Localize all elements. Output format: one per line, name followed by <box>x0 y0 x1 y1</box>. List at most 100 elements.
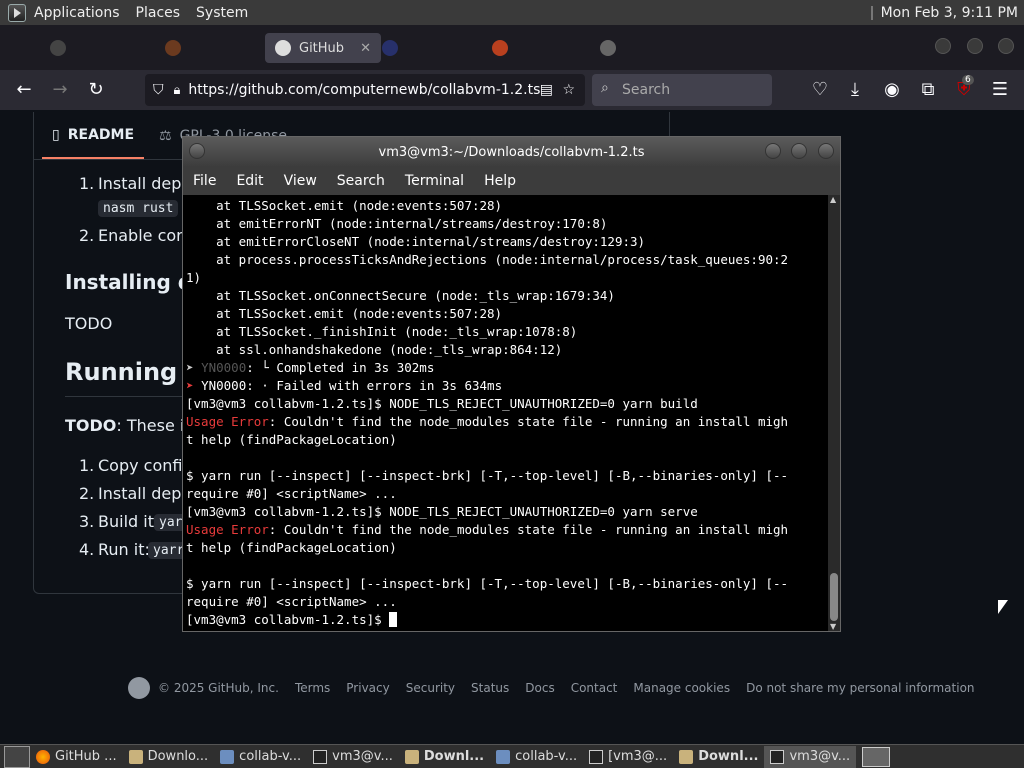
menu-file[interactable]: File <box>183 173 226 189</box>
todo-text: TODO <box>65 314 113 333</box>
extension-badge: 6 <box>962 75 974 85</box>
shield-icon[interactable]: ⛉ <box>153 82 164 98</box>
menu-help[interactable]: Help <box>474 173 526 189</box>
taskbar-item-downloads-3[interactable]: Downl... <box>673 746 764 768</box>
taskbar-label: collab-v... <box>239 749 302 764</box>
run-item: Run it: <box>98 540 150 559</box>
github-icon <box>275 40 291 56</box>
terminal-line: at emitErrorNT (node:internal/streams/de… <box>186 216 608 231</box>
footer-link-status[interactable]: Status <box>471 681 509 695</box>
terminal-title-bar[interactable]: vm3@vm3:~/Downloads/collabvm-1.2.ts <box>183 137 840 167</box>
tab-background-3[interactable] <box>382 33 398 63</box>
minimize-icon[interactable] <box>765 143 781 159</box>
url-bar[interactable]: ⛉ 🔒︎ https://github.com/computernewb/col… <box>145 74 585 106</box>
back-icon[interactable]: ← <box>14 80 34 100</box>
close-window-icon[interactable] <box>998 38 1014 54</box>
taskbar-label: [vm3@... <box>608 749 668 764</box>
footer-link-docs[interactable]: Docs <box>525 681 554 695</box>
footer-link-privacy[interactable]: Privacy <box>346 681 389 695</box>
taskbar-item-terminal[interactable]: vm3@v... <box>307 746 399 768</box>
taskbar-item-downloads[interactable]: Downlo... <box>123 746 215 768</box>
menu-terminal[interactable]: Terminal <box>395 173 474 189</box>
forward-icon[interactable]: → <box>50 80 70 100</box>
terminal-output[interactable]: at TLSSocket.emit (node:events:507:28) a… <box>183 195 828 631</box>
arrow-marker-icon: ➤ <box>186 360 202 375</box>
terminal-scrollbar[interactable]: ▲ ▼ <box>828 195 840 631</box>
footer-link-do-not-share[interactable]: Do not share my personal information <box>746 681 974 695</box>
terminal-line-failed: ➤ YN0000: · Failed with errors in 3s 634… <box>186 377 502 395</box>
heading-running: Running <box>65 358 178 386</box>
tab-background-4[interactable] <box>492 33 508 63</box>
tab-github-1[interactable] <box>50 33 66 63</box>
taskbar-item-downloads-2[interactable]: Downl... <box>399 746 490 768</box>
show-desktop-button[interactable] <box>4 745 30 768</box>
arrow-error-icon: ➤ <box>186 378 202 393</box>
maximize-icon[interactable] <box>967 38 983 54</box>
prompt-text: [vm3@vm3 collabvm-1.2.ts]$ <box>186 612 390 627</box>
scrollbar-thumb[interactable] <box>830 573 838 621</box>
url-text[interactable]: https://github.com/computernewb/collabvm… <box>188 82 540 98</box>
footer-link-security[interactable]: Security <box>406 681 455 695</box>
reader-view-icon[interactable]: ▤ <box>540 82 553 98</box>
app-icon <box>220 749 235 764</box>
taskbar: GitHub ... Downlo... collab-v... vm3@v..… <box>0 744 1024 768</box>
downloads-icon[interactable]: ⤓ <box>845 80 865 100</box>
list-marker: 2. <box>79 484 95 503</box>
terminal-title: vm3@vm3:~/Downloads/collabvm-1.2.ts <box>378 145 645 160</box>
usage-error-label: Usage Error <box>186 414 269 429</box>
terminal-line-error: Usage Error: Couldn't find the node_modu… <box>186 521 788 539</box>
tab-background-5[interactable] <box>600 33 616 63</box>
error-text: : Couldn't find the node_modules state f… <box>268 414 789 429</box>
tab-background-2[interactable] <box>165 33 181 63</box>
terminal-line: at TLSSocket.emit (node:events:507:28) <box>186 198 503 213</box>
lock-icon[interactable]: 🔒︎ <box>174 83 181 98</box>
tab-close-icon[interactable]: ✕ <box>360 41 371 56</box>
workspace-switcher[interactable] <box>862 746 891 767</box>
deps-code: nasm rust <box>98 200 179 217</box>
system-menu[interactable]: System <box>188 5 256 21</box>
folder-icon <box>128 749 143 764</box>
reload-icon[interactable]: ↻ <box>86 80 106 100</box>
taskbar-item-collab[interactable]: collab-v... <box>214 746 307 768</box>
scroll-up-icon[interactable]: ▲ <box>830 195 836 204</box>
tab-favicon-icon <box>600 40 616 56</box>
completed-text: : └ Completed in 3s 302ms <box>246 360 435 375</box>
error-text: : Couldn't find the node_modules state f… <box>268 522 789 537</box>
menu-view[interactable]: View <box>274 173 327 189</box>
terminal-window[interactable]: vm3@vm3:~/Downloads/collabvm-1.2.ts File… <box>182 136 841 632</box>
footer-link-manage-cookies[interactable]: Manage cookies <box>633 681 730 695</box>
taskbar-item-terminal-active[interactable]: vm3@v... <box>764 745 857 768</box>
browser-nav-bar: ← → ↻ ⛉ 🔒︎ https://github.com/computerne… <box>0 70 1024 110</box>
clock[interactable]: Mon Feb 3, 9:11 PM <box>881 5 1018 21</box>
footer-link-terms[interactable]: Terms <box>295 681 330 695</box>
applications-logo-icon[interactable] <box>8 3 26 22</box>
taskbar-item-github[interactable]: GitHub ... <box>30 746 123 768</box>
window-menu-icon[interactable] <box>189 143 205 159</box>
close-icon[interactable] <box>818 143 834 159</box>
tab-github-active[interactable]: GitHub ✕ <box>265 33 381 63</box>
applications-menu[interactable]: Applications <box>26 5 128 21</box>
terminal-line: [vm3@vm3 collabvm-1.2.ts]$ NODE_TLS_REJE… <box>186 504 698 519</box>
terminal-line: at emitErrorCloseNT (node:internal/strea… <box>186 234 646 249</box>
scroll-down-icon[interactable]: ▼ <box>830 622 836 631</box>
footer-link-contact[interactable]: Contact <box>571 681 618 695</box>
maximize-icon[interactable] <box>791 143 807 159</box>
hamburger-menu-icon[interactable]: ☰ <box>990 80 1010 100</box>
minimize-icon[interactable] <box>935 38 951 54</box>
mouse-pointer-icon <box>998 600 1008 614</box>
search-placeholder: Search <box>622 82 671 98</box>
pocket-icon[interactable]: ♡ <box>810 80 830 100</box>
search-bar[interactable]: ⌕ Search <box>592 74 772 106</box>
bookmark-star-icon[interactable]: ☆ <box>562 82 575 98</box>
menu-search[interactable]: Search <box>327 173 395 189</box>
places-menu[interactable]: Places <box>128 5 189 21</box>
github-logo-icon[interactable] <box>128 677 150 699</box>
taskbar-item-terminal-2[interactable]: [vm3@... <box>583 746 673 768</box>
search-icon: ⌕ <box>601 80 609 96</box>
tab-readme[interactable]: ▯ README <box>42 112 145 159</box>
menu-edit[interactable]: Edit <box>226 173 273 189</box>
account-icon[interactable]: ◉ <box>882 80 902 100</box>
taskbar-label: collab-v... <box>515 749 578 764</box>
extensions-icon[interactable]: ⧉ <box>918 80 938 100</box>
taskbar-item-collab-2[interactable]: collab-v... <box>490 746 583 768</box>
